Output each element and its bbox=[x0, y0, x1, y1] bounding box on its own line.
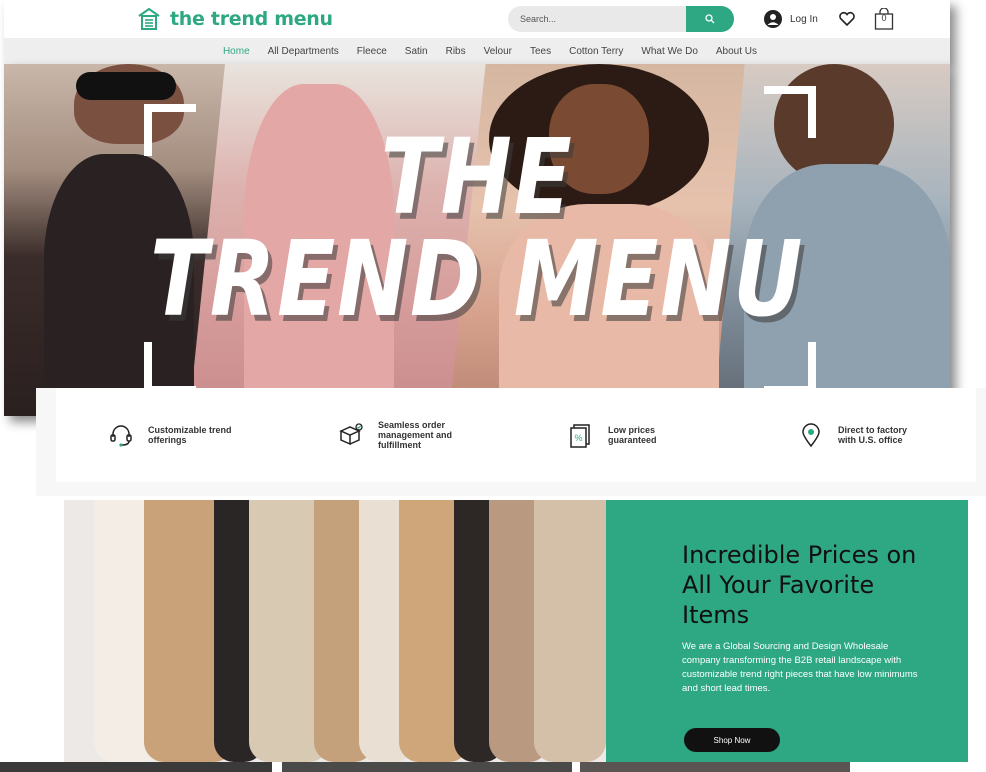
nav-fleece[interactable]: Fleece bbox=[348, 46, 396, 57]
nav-cotton-terry[interactable]: Cotton Terry bbox=[560, 46, 632, 57]
store-icon bbox=[138, 7, 160, 30]
price-tag-icon: % bbox=[570, 424, 590, 448]
nav-home[interactable]: Home bbox=[214, 46, 259, 57]
thumbnail-strip-1 bbox=[0, 762, 272, 772]
promo-title: Incredible Prices on All Your Favorite I… bbox=[682, 541, 917, 629]
top-bar: the trend menu Log In bbox=[4, 0, 950, 38]
cart-button[interactable]: 0 bbox=[874, 7, 894, 35]
location-pin-icon bbox=[802, 423, 820, 448]
feature-text: Direct to factory with U.S. office bbox=[838, 425, 908, 445]
login-link[interactable]: Log In bbox=[764, 10, 818, 28]
clothing-rack-photo bbox=[64, 500, 606, 762]
search-bar bbox=[508, 6, 734, 32]
feature-text: Customizable trend offerings bbox=[148, 425, 232, 445]
hero-banner: THE TREND MENU bbox=[4, 64, 950, 416]
site-header: the trend menu Log In bbox=[4, 0, 950, 64]
page: the trend menu Log In bbox=[0, 0, 986, 772]
search-button[interactable] bbox=[686, 6, 734, 32]
frame-corner-bottom-left bbox=[144, 342, 196, 394]
nav-what-we-do[interactable]: What We Do bbox=[632, 46, 707, 57]
model-1-sunglasses bbox=[76, 72, 176, 100]
nav-satin[interactable]: Satin bbox=[396, 46, 437, 57]
search-input[interactable] bbox=[508, 6, 686, 32]
shop-now-button[interactable]: Shop Now bbox=[684, 728, 780, 752]
promo-section: Incredible Prices on All Your Favorite I… bbox=[606, 500, 968, 762]
box-icon bbox=[339, 423, 363, 446]
svg-text:%: % bbox=[574, 433, 582, 443]
nav-all-departments[interactable]: All Departments bbox=[259, 46, 348, 57]
user-avatar-icon bbox=[764, 10, 782, 28]
search-icon bbox=[705, 14, 715, 24]
wishlist-heart-icon[interactable] bbox=[838, 11, 856, 27]
feature-item: Direct to factory with U.S. office bbox=[746, 422, 976, 448]
headset-icon bbox=[110, 425, 132, 447]
feature-item: Seamless order management and fulfillmen… bbox=[286, 420, 516, 450]
features-strip: Customizable trend offerings Seamless or… bbox=[36, 388, 986, 496]
features-list: Customizable trend offerings Seamless or… bbox=[56, 388, 976, 482]
feature-item: Customizable trend offerings bbox=[56, 422, 286, 448]
nav-ribs[interactable]: Ribs bbox=[437, 46, 475, 57]
hero-title-line-2: TREND MENU bbox=[149, 218, 805, 340]
frame-corner-bottom-right bbox=[764, 342, 816, 394]
feature-text: Low prices guaranteed bbox=[608, 425, 657, 445]
garment-shape bbox=[534, 500, 606, 762]
hero-title-line-1: THE bbox=[380, 116, 574, 238]
brand-logo[interactable]: the trend menu bbox=[136, 6, 333, 32]
thumbnail-strip-2 bbox=[282, 762, 572, 772]
brand-name: the trend menu bbox=[170, 8, 333, 30]
thumbnail-strip-3 bbox=[580, 762, 850, 772]
nav-velour[interactable]: Velour bbox=[475, 46, 521, 57]
promo-description: We are a Global Sourcing and Design Whol… bbox=[682, 641, 918, 694]
nav-tees[interactable]: Tees bbox=[521, 46, 560, 57]
feature-item: % Low prices guaranteed bbox=[516, 422, 746, 448]
main-nav: Home All Departments Fleece Satin Ribs V… bbox=[4, 38, 950, 64]
login-label: Log In bbox=[790, 13, 818, 25]
cart-count: 0 bbox=[881, 13, 887, 23]
nav-about-us[interactable]: About Us bbox=[707, 46, 766, 57]
hero-title: THE TREND MENU bbox=[89, 116, 865, 340]
feature-text: Seamless order management and fulfillmen… bbox=[378, 420, 453, 450]
